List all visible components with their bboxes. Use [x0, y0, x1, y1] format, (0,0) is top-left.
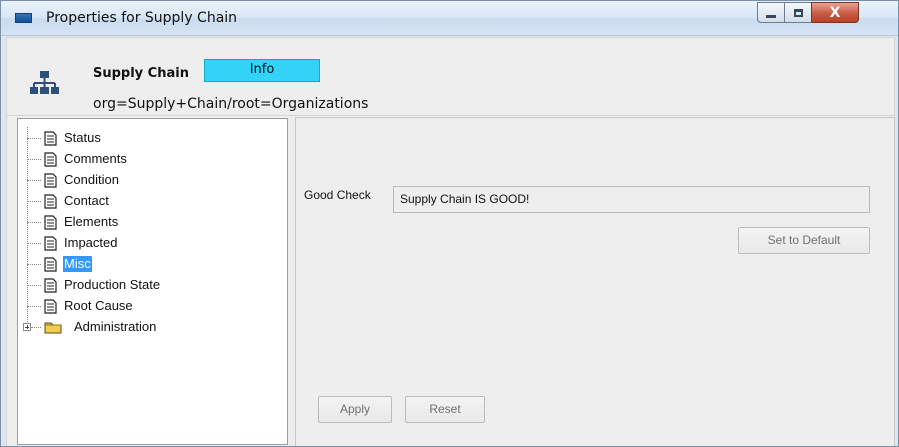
tree-item-label: Contact	[64, 193, 109, 208]
close-button[interactable]: X	[811, 2, 859, 23]
tree-connector	[27, 264, 41, 265]
tree-item-label: Elements	[64, 214, 119, 229]
title-bar[interactable]: Properties for Supply Chain X	[1, 1, 898, 36]
window-controls: X	[757, 2, 883, 24]
tree-connector	[27, 159, 41, 160]
window-icon	[15, 13, 32, 23]
object-path: org=Supply+Chain/root=Organizations	[93, 96, 369, 112]
tree-connector	[31, 327, 41, 328]
apply-button[interactable]: Apply	[318, 396, 392, 423]
tree-connector	[27, 306, 41, 307]
document-icon	[44, 152, 57, 167]
property-tree[interactable]: Status Comments Condition Contact Elemen…	[17, 118, 288, 445]
tree-connector	[27, 285, 41, 286]
tree-item-label: Administration	[74, 319, 157, 334]
object-header: Supply Chain Info org=Supply+Chain/root=…	[6, 37, 895, 116]
tree-connector	[27, 222, 41, 223]
object-name: Supply Chain	[93, 66, 189, 81]
tree-connector	[27, 180, 41, 181]
document-icon	[44, 131, 57, 146]
document-icon	[44, 278, 57, 293]
tree-item-root-cause[interactable]: Root Cause	[18, 296, 286, 316]
properties-window: Properties for Supply Chain X Supply Cha…	[0, 0, 899, 447]
document-icon	[44, 257, 57, 272]
good-check-value: Supply Chain IS GOOD!	[393, 186, 870, 213]
tree-item-status[interactable]: Status	[18, 128, 286, 148]
org-chart-icon	[30, 71, 59, 94]
tree-item-impacted[interactable]: Impacted	[18, 233, 286, 253]
reset-button[interactable]: Reset	[405, 396, 485, 423]
document-icon	[44, 194, 57, 209]
tree-item-label-selected: Misc	[63, 256, 92, 272]
maximize-button[interactable]	[784, 2, 812, 23]
tree-item-condition[interactable]: Condition	[18, 170, 286, 190]
tree-connector	[27, 201, 41, 202]
good-check-label: Good Check	[304, 188, 371, 202]
folder-icon	[44, 322, 62, 334]
tree-item-label: Impacted	[64, 235, 118, 250]
minimize-icon	[766, 15, 776, 18]
document-icon	[44, 299, 57, 314]
info-badge: Info	[204, 59, 320, 82]
maximize-icon	[793, 8, 803, 17]
minimize-button[interactable]	[757, 2, 785, 23]
tree-item-elements[interactable]: Elements	[18, 212, 286, 232]
set-to-default-button[interactable]: Set to Default	[738, 227, 870, 254]
tree-item-production-state[interactable]: Production State	[18, 275, 286, 295]
window-title: Properties for Supply Chain	[46, 10, 238, 26]
tree-item-label: Condition	[64, 172, 119, 187]
document-icon	[44, 173, 57, 188]
document-icon	[44, 236, 57, 251]
close-icon: X	[829, 4, 841, 21]
tree-connector	[27, 243, 41, 244]
tree-item-comments[interactable]: Comments	[18, 149, 286, 169]
tree-item-administration[interactable]: Administration	[18, 317, 286, 337]
tree-item-label: Comments	[64, 151, 127, 166]
expand-icon[interactable]	[23, 323, 31, 331]
tree-item-label: Root Cause	[64, 298, 133, 313]
tree-item-contact[interactable]: Contact	[18, 191, 286, 211]
tree-item-label: Production State	[64, 277, 161, 292]
document-icon	[44, 215, 57, 230]
tree-connector	[27, 138, 41, 139]
tree-item-misc[interactable]: Misc	[18, 254, 286, 274]
tree-item-label: Status	[64, 130, 101, 145]
